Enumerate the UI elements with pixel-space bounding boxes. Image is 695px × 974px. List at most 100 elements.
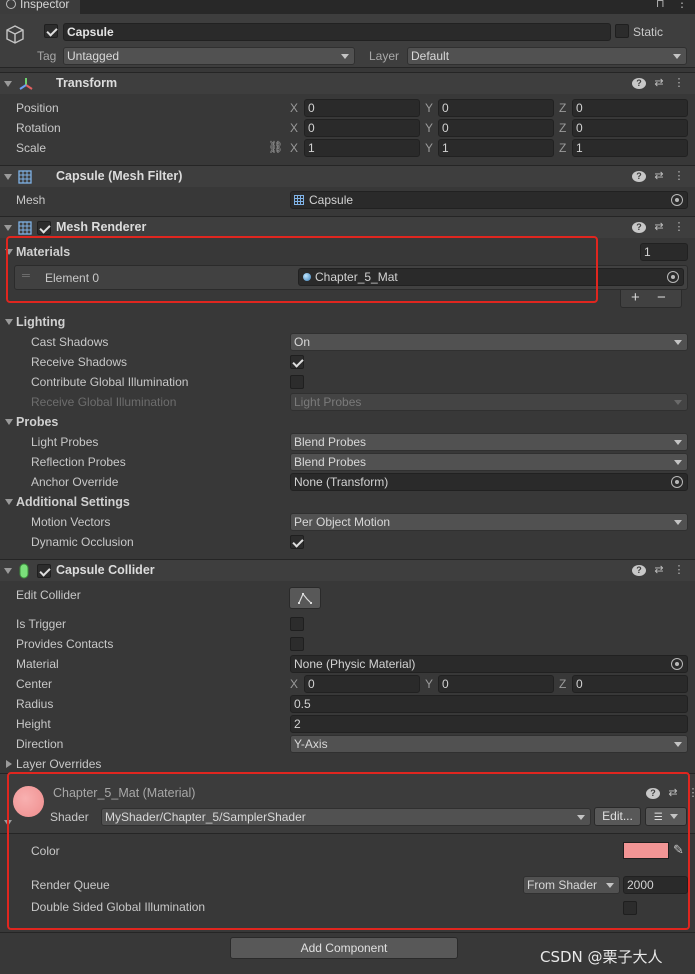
mesh-object-field[interactable]: Capsule xyxy=(290,191,688,209)
materials-count-field[interactable]: 1 xyxy=(640,243,688,261)
layer-overrides-foldout-icon[interactable] xyxy=(6,760,12,768)
drag-handle-icon[interactable]: ═ xyxy=(22,270,30,282)
materials-label[interactable]: Materials xyxy=(16,245,70,259)
help-icon[interactable]: ? xyxy=(632,565,646,576)
shader-edit-button[interactable]: Edit... xyxy=(594,807,641,826)
object-picker-icon[interactable] xyxy=(671,194,683,206)
gameobject-name-input[interactable]: Capsule xyxy=(63,23,611,41)
probes-foldout-icon[interactable] xyxy=(5,419,13,425)
scale-z-field[interactable]: 1 xyxy=(572,139,688,157)
static-toggle[interactable] xyxy=(615,24,629,38)
mesh-renderer-enabled-toggle[interactable] xyxy=(37,221,51,235)
help-icon[interactable]: ? xyxy=(646,788,660,799)
more-icon[interactable]: ⋮ xyxy=(686,786,695,799)
layer-dropdown[interactable]: Default xyxy=(407,47,687,65)
element-0-material-field[interactable]: Chapter_5_Mat xyxy=(298,268,684,286)
foldout-icon[interactable] xyxy=(4,225,12,231)
additional-foldout-icon[interactable] xyxy=(5,499,13,505)
add-element-button[interactable]: + xyxy=(631,289,640,306)
height-field[interactable]: 2 xyxy=(290,715,688,733)
preset-icon[interactable]: ⇄ xyxy=(652,220,666,233)
position-x-field[interactable]: 0 xyxy=(304,99,420,117)
rotation-z-field[interactable]: 0 xyxy=(572,119,688,137)
help-icon[interactable]: ? xyxy=(632,78,646,89)
materials-list: ═ Element 0 Chapter_5_Mat xyxy=(14,265,688,290)
render-queue-field[interactable]: 2000 xyxy=(623,876,688,894)
light-probes-dropdown[interactable]: Blend Probes xyxy=(290,433,688,451)
double-sided-gi-toggle[interactable] xyxy=(623,901,637,915)
anchor-override-field[interactable]: None (Transform) xyxy=(290,473,688,491)
list-icon: ☰ xyxy=(653,812,663,823)
probes-label[interactable]: Probes xyxy=(16,415,58,429)
receive-shadows-toggle[interactable] xyxy=(290,355,304,369)
color-swatch[interactable] xyxy=(623,842,669,859)
gameobject-header: Capsule Static Tag Untagged Layer Defaul… xyxy=(0,14,695,68)
capsule-collider-header[interactable]: Capsule Collider ? ⇄ ⋮ xyxy=(0,559,695,581)
more-icon[interactable]: ⋮ xyxy=(672,220,686,233)
more-icon[interactable]: ⋮ xyxy=(672,76,686,89)
layer-overrides-label[interactable]: Layer Overrides xyxy=(16,757,101,771)
render-queue-mode-dropdown[interactable]: From Shader xyxy=(523,876,620,894)
motion-vectors-dropdown[interactable]: Per Object Motion xyxy=(290,513,688,531)
lock-icon[interactable]: ⊓ xyxy=(656,0,665,10)
material-foldout-icon[interactable] xyxy=(4,820,12,826)
foldout-icon[interactable] xyxy=(4,568,12,574)
contribute-gi-toggle[interactable] xyxy=(290,375,304,389)
rotation-x-field[interactable]: 0 xyxy=(304,119,420,137)
lighting-foldout-icon[interactable] xyxy=(5,319,13,325)
center-z-field[interactable]: 0 xyxy=(572,675,688,693)
eyedropper-icon[interactable]: ✎ xyxy=(673,842,684,858)
position-y-field[interactable]: 0 xyxy=(438,99,554,117)
object-picker-icon[interactable] xyxy=(667,271,679,283)
more-icon[interactable]: ⋮ xyxy=(676,0,688,10)
transform-header[interactable]: Transform ? ⇄ ⋮ xyxy=(0,72,695,94)
edit-collider-button[interactable] xyxy=(289,587,321,609)
center-y-field[interactable]: 0 xyxy=(438,675,554,693)
center-x-field[interactable]: 0 xyxy=(304,675,420,693)
scale-y-field[interactable]: 1 xyxy=(438,139,554,157)
capsule-collider-enabled-toggle[interactable] xyxy=(37,564,51,578)
lighting-label[interactable]: Lighting xyxy=(16,315,65,329)
remove-element-button[interactable]: − xyxy=(657,289,666,306)
shader-dropdown[interactable]: MyShader/Chapter_5/SamplerShader xyxy=(101,808,591,826)
provides-contacts-label: Provides Contacts xyxy=(16,637,114,651)
additional-settings-label[interactable]: Additional Settings xyxy=(16,495,130,509)
tag-dropdown[interactable]: Untagged xyxy=(63,47,355,65)
foldout-icon[interactable] xyxy=(4,81,12,87)
shader-options-button[interactable]: ☰ xyxy=(645,807,687,826)
object-picker-icon[interactable] xyxy=(671,476,683,488)
preset-icon[interactable]: ⇄ xyxy=(652,563,666,576)
chevron-down-icon xyxy=(606,883,614,888)
scale-x-field[interactable]: 1 xyxy=(304,139,420,157)
reflection-probes-dropdown[interactable]: Blend Probes xyxy=(290,453,688,471)
color-label: Color xyxy=(31,844,60,858)
link-icon[interactable]: ⛓ xyxy=(268,140,283,154)
more-icon[interactable]: ⋮ xyxy=(672,169,686,182)
dynamic-occlusion-toggle[interactable] xyxy=(290,535,304,549)
active-toggle[interactable] xyxy=(44,24,58,38)
cast-shadows-dropdown[interactable]: On xyxy=(290,333,688,351)
provides-contacts-toggle[interactable] xyxy=(290,637,304,651)
help-icon[interactable]: ? xyxy=(632,171,646,182)
help-icon[interactable]: ? xyxy=(632,222,646,233)
materials-foldout-icon[interactable] xyxy=(5,249,13,255)
add-component-button[interactable]: Add Component xyxy=(230,937,458,959)
dynamic-occlusion-label: Dynamic Occlusion xyxy=(31,535,134,549)
position-label: Position xyxy=(16,101,59,115)
direction-dropdown[interactable]: Y-Axis xyxy=(290,735,688,753)
object-picker-icon[interactable] xyxy=(671,658,683,670)
position-z-field[interactable]: 0 xyxy=(572,99,688,117)
preset-icon[interactable]: ⇄ xyxy=(652,169,666,182)
more-icon[interactable]: ⋮ xyxy=(672,563,686,576)
is-trigger-toggle[interactable] xyxy=(290,617,304,631)
mesh-renderer-header[interactable]: Mesh Renderer ? ⇄ ⋮ xyxy=(0,216,695,238)
foldout-icon[interactable] xyxy=(4,174,12,180)
collider-material-field[interactable]: None (Physic Material) xyxy=(290,655,688,673)
inspector-tab-bar: Inspector ⊓ ⋮ xyxy=(0,0,695,14)
preset-icon[interactable]: ⇄ xyxy=(652,76,666,89)
rotation-y-field[interactable]: 0 xyxy=(438,119,554,137)
mesh-filter-header[interactable]: Capsule (Mesh Filter) ? ⇄ ⋮ xyxy=(0,165,695,187)
radius-field[interactable]: 0.5 xyxy=(290,695,688,713)
preset-icon[interactable]: ⇄ xyxy=(666,786,680,799)
inspector-tab[interactable]: Inspector xyxy=(0,0,80,14)
